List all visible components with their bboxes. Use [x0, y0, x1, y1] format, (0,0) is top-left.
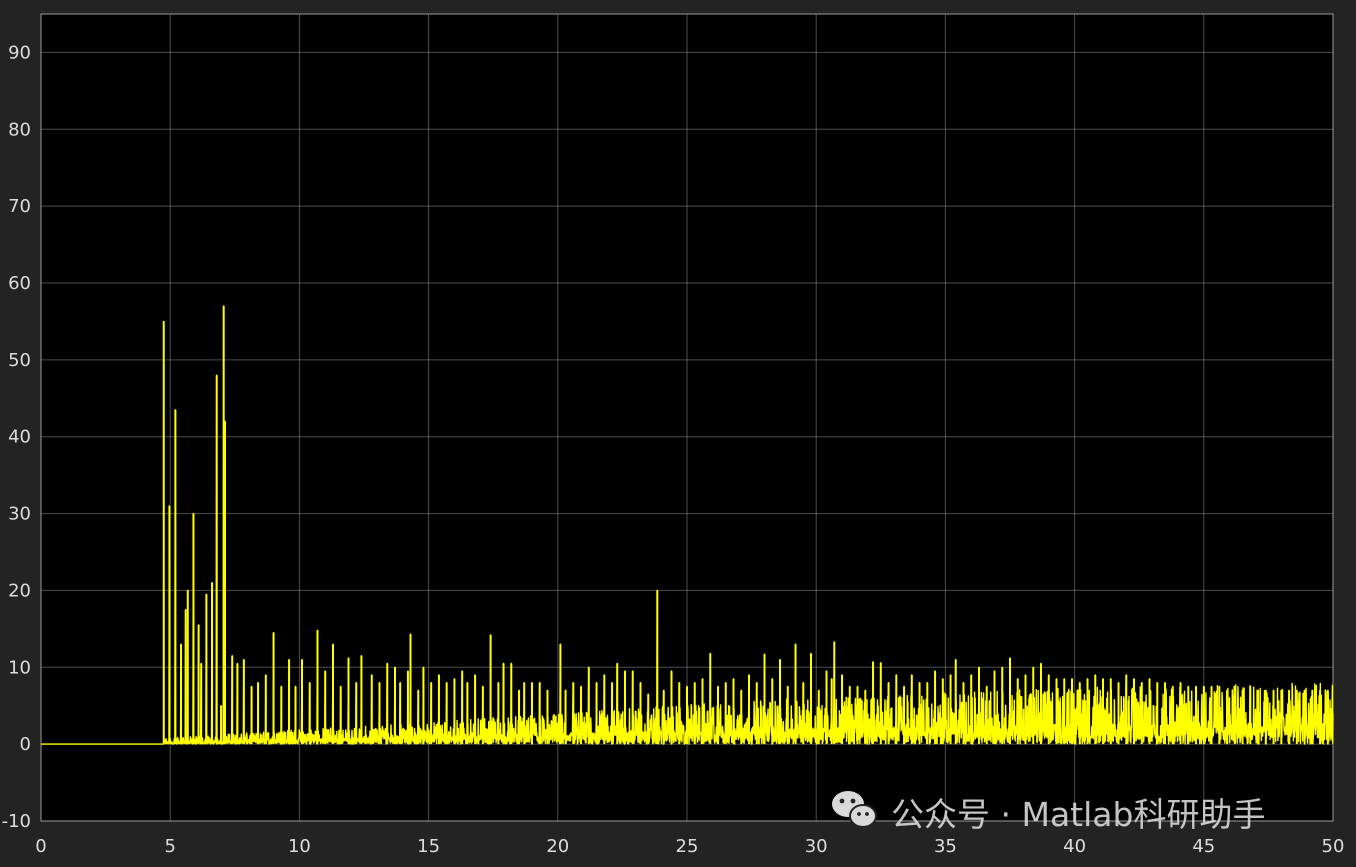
- y-tick-label: 60: [8, 273, 31, 294]
- y-tick-label: 70: [8, 196, 31, 217]
- x-tick-label: 15: [417, 836, 440, 857]
- y-tick-label: 50: [8, 350, 31, 371]
- x-tick-label: 40: [1063, 836, 1086, 857]
- y-tick-label: 20: [8, 580, 31, 601]
- scope-figure: 0 5 10 15 20 25 30 35 40 45 50 -100102030405060708…: [0, 0, 1356, 867]
- x-tick-label: 30: [805, 836, 828, 857]
- x-tick-label: 5: [164, 836, 175, 857]
- y-tick-label: 90: [8, 42, 31, 63]
- y-tick-label: 40: [8, 427, 31, 448]
- y-tick-label: 0: [20, 734, 31, 755]
- x-tick-label: 50: [1322, 836, 1345, 857]
- x-tick-label: 20: [546, 836, 569, 857]
- y-tick-label: 30: [8, 504, 31, 525]
- y-tick-label: 10: [8, 657, 31, 678]
- y-tick-label: 80: [8, 119, 31, 140]
- x-tick-label: 25: [676, 836, 699, 857]
- x-tick-label: 0: [35, 836, 46, 857]
- x-tick-label: 45: [1192, 836, 1215, 857]
- watermark: 公众号 · Matlab科研助手: [832, 791, 1265, 834]
- watermark-text: 公众号 · Matlab科研助手: [891, 795, 1265, 834]
- x-tick-label: 10: [288, 836, 311, 857]
- y-tick-label: -10: [2, 811, 31, 832]
- x-tick-label: 35: [934, 836, 957, 857]
